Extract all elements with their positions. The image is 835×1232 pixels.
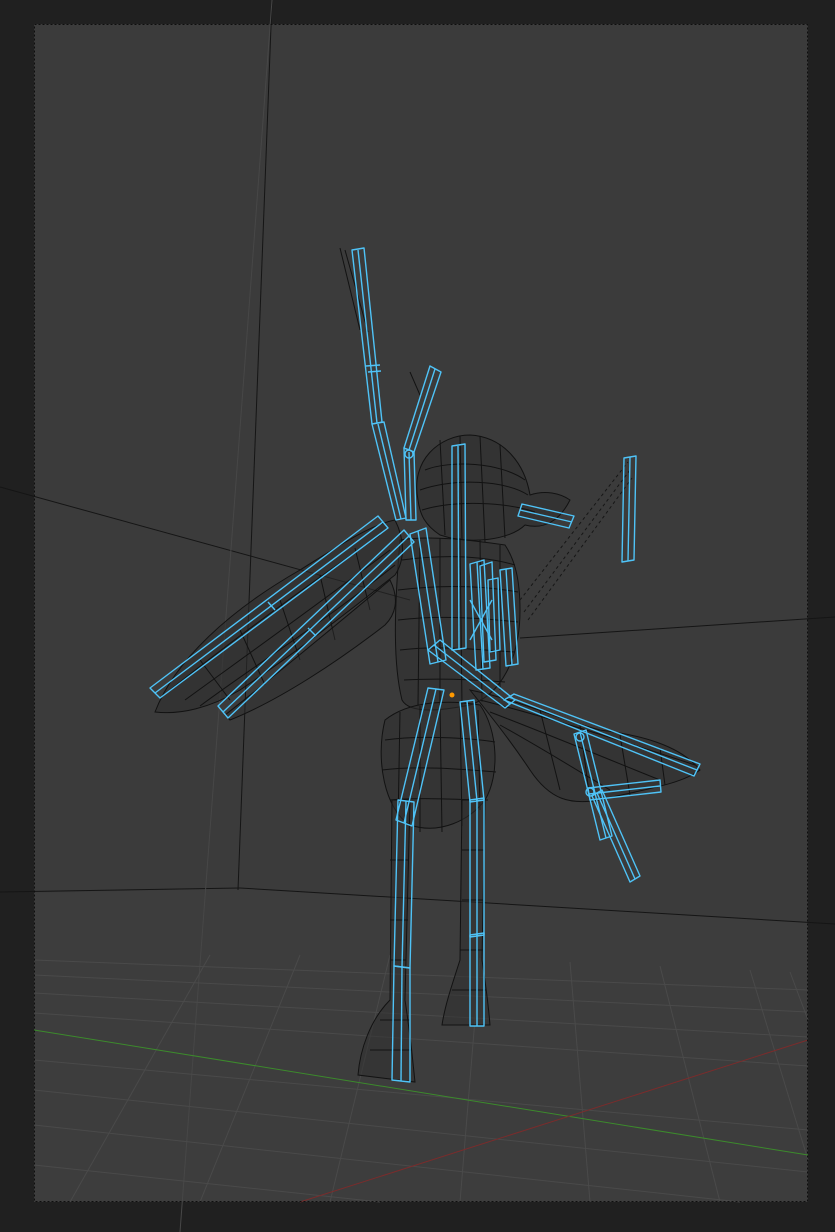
viewport-canvas[interactable] bbox=[0, 0, 835, 1232]
active-bone-origin-dot[interactable] bbox=[449, 692, 455, 698]
3d-viewport[interactable] bbox=[0, 0, 835, 1232]
floor-region bbox=[34, 888, 808, 1202]
